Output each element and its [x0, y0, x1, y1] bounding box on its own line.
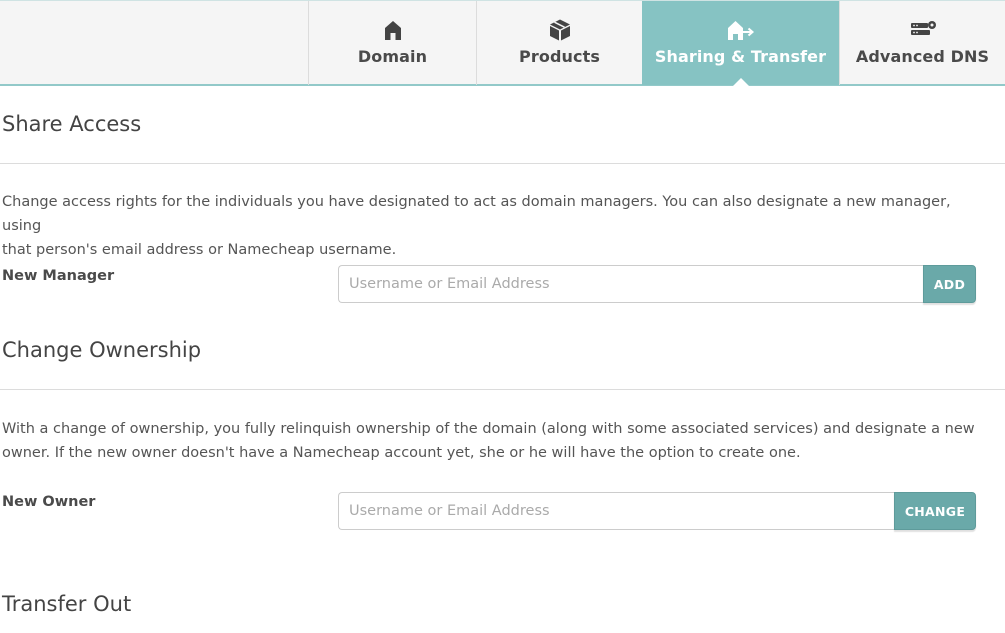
- new-manager-label: New Manager: [2, 268, 115, 284]
- transfer-out-heading: Transfer Out: [2, 592, 132, 616]
- new-owner-input[interactable]: [338, 492, 894, 530]
- share-access-description: Change access rights for the individuals…: [2, 190, 992, 262]
- new-manager-input-group: ADD: [338, 265, 976, 303]
- tab-label: Domain: [357, 47, 428, 66]
- tab-label: Products: [519, 47, 600, 66]
- description-line: Change access rights for the individuals…: [2, 194, 951, 234]
- description-line: that person's email address or Namecheap…: [2, 242, 397, 258]
- tab-domain[interactable]: Domain: [308, 1, 476, 85]
- tab-products[interactable]: Products: [476, 1, 642, 85]
- change-ownership-description: With a change of ownership, you fully re…: [2, 417, 992, 465]
- new-owner-input-group: CHANGE: [338, 492, 976, 530]
- share-access-heading: Share Access: [2, 112, 142, 136]
- server-gear-icon: [908, 17, 938, 43]
- tab-label: Advanced DNS: [855, 47, 990, 66]
- divider: [0, 389, 1005, 390]
- change-owner-button[interactable]: CHANGE: [894, 492, 976, 530]
- tab-label: Sharing & Transfer: [654, 47, 827, 66]
- house-arrow-icon: [726, 17, 756, 43]
- house-icon: [383, 17, 403, 43]
- tab-bar: Domain Products Sharing & Transfer Advan…: [0, 0, 1005, 87]
- box-icon: [548, 17, 572, 43]
- new-owner-label: New Owner: [2, 494, 96, 510]
- description-line: With a change of ownership, you fully re…: [2, 421, 975, 437]
- add-manager-button[interactable]: ADD: [923, 265, 976, 303]
- tab-sharing-transfer[interactable]: Sharing & Transfer: [642, 1, 839, 87]
- divider: [0, 163, 1005, 164]
- new-manager-input[interactable]: [338, 265, 923, 303]
- tab-advanced-dns[interactable]: Advanced DNS: [839, 1, 1005, 85]
- description-line: owner. If the new owner doesn't have a N…: [2, 445, 801, 461]
- change-ownership-heading: Change Ownership: [2, 338, 202, 362]
